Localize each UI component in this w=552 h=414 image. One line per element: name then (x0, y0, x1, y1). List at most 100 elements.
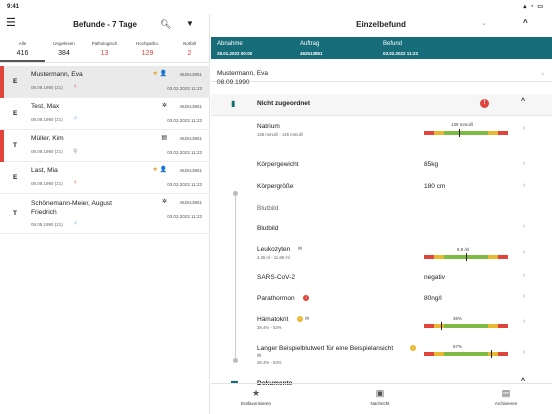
report-date: 03.02.2022 11:23 (167, 86, 202, 91)
report-date: 03.02.2022 11:23 (167, 214, 202, 219)
status-icon: ✲ (161, 199, 167, 205)
filter-icon[interactable]: ▼ (186, 19, 194, 28)
unfavorite-button[interactable]: ★ Entfavorisieren (221, 388, 291, 406)
favorite-icon: ★ 👤 (152, 167, 167, 173)
lab-name: Parathormon (257, 295, 295, 302)
tab-label: Entfavorisieren (240, 401, 271, 406)
patient-row[interactable]: E Last, Mia 08.09.1990 (21) ♀ ★ 👤 462513… (0, 162, 210, 194)
info-label: Auftrag (300, 41, 320, 47)
chevron-right-icon: › (523, 249, 526, 256)
lab-row-koerpergewicht[interactable]: Körpergewicht 85kg › (211, 157, 552, 177)
lab-row-haematokrit[interactable]: Hämatokrit i ✉ 39,4% - 53% 36% › (211, 311, 552, 337)
bar-segment-red (497, 131, 508, 135)
bar-segment-red (424, 352, 435, 356)
emergency-flag (0, 130, 4, 162)
lab-range: 136 mmol/l - 145 mmol/l (257, 132, 303, 137)
patient-dob: 08.09.1990 (21) (31, 117, 63, 122)
lab-row-blutbild[interactable]: Blutbild › (211, 220, 552, 238)
bar-marker (440, 322, 442, 330)
gender-icon: ⚲ (73, 149, 78, 155)
bar-segment-red (497, 255, 508, 259)
tab-label: Nachricht (370, 401, 390, 406)
male-icon: ♂ (73, 116, 78, 122)
lab-row-langer-beispielblutwert[interactable]: Langer Beispielblutwert für eine Beispie… (211, 340, 552, 370)
stat-hochpatho[interactable]: Hochpatho. 129 (126, 39, 169, 62)
lab-row-sars-cov-2[interactable]: SARS-CoV-2 negativ › (211, 269, 552, 289)
archive-icon: ▤ (161, 135, 167, 141)
patient-row[interactable]: T Schönemann-Meier, August Friedrich 08.0… (0, 194, 210, 234)
detail-panel: Einzelbefund ⌄ ^ Abnahme 28.01.2022 00:0… (211, 14, 552, 414)
chevron-down-icon[interactable]: ⌄ (481, 19, 487, 27)
info-icon: i (410, 345, 416, 351)
lab-name: Langer Beispielblutwert für eine Beispie… (257, 345, 394, 352)
patient-dob: 08.09.1990 (21) (31, 181, 63, 186)
mail-icon: ✉ (257, 353, 262, 359)
info-abnahme: Abnahme 28.01.2022 00:00 (217, 41, 252, 56)
info-label: Befund (383, 41, 403, 47)
lab-group-blutbild: Blutbild (211, 201, 552, 219)
stat-ungelesen[interactable]: Ungelesen 384 (45, 39, 83, 62)
report-type: E (13, 174, 18, 181)
status-icons: ▴ ◔ ▭ (523, 4, 544, 10)
status-time: 9:41 (7, 4, 20, 10)
patient-row[interactable]: T Müller, Kim 08.09.1990 (21) ⚲ ▤ 462513… (0, 130, 210, 162)
search-icon[interactable]: 🔍︎ (160, 19, 171, 30)
lab-row-natrium[interactable]: Natrium 136 mmol/l - 145 mmol/l 139 mmol… (211, 118, 552, 143)
message-button[interactable]: ▣ Nachricht (345, 388, 415, 406)
lab-row-parathormon[interactable]: Parathormon ! 80ng/l › (211, 290, 552, 310)
patient-row[interactable]: E Test, Max 08.09.1990 (21) ♂ ✲ 46251385… (0, 98, 210, 130)
lab-row-koerpergroesse[interactable]: Körpergröße 180 cm › (211, 179, 552, 199)
archive-button[interactable]: ▤ Archivieren (471, 388, 541, 406)
lab-bar-value: 8.8 /nl (457, 247, 470, 252)
bar-segment-yellow (434, 324, 445, 328)
chevron-up-icon[interactable]: ^ (523, 18, 528, 27)
patient-info[interactable]: Mustermann, Eva 08.09.1990 › (211, 60, 552, 86)
lab-name: Leukozyten (257, 246, 291, 253)
patient-dob: 08.09.1990 (217, 79, 250, 86)
male-icon: ♂ (73, 221, 78, 227)
detail-header: Einzelbefund ⌄ ^ (211, 14, 552, 37)
mail-icon: ✉ (305, 316, 310, 322)
chevron-right-icon: › (523, 293, 526, 300)
report-type: T (13, 210, 17, 217)
list-title: Befunde - 7 Tage (73, 20, 137, 29)
stat-value: 416 (16, 50, 29, 57)
lab-value: 85kg (424, 161, 439, 168)
chevron-right-icon: › (523, 160, 526, 167)
report-type: T (13, 142, 17, 149)
section-nicht-zugeordnet[interactable]: ▮ Nicht zugeordnet ! ^ (211, 94, 552, 116)
stat-alle[interactable]: Alle 416 (0, 39, 45, 62)
lab-name: Natrium (257, 123, 280, 130)
info-label: Abnahme (217, 41, 243, 47)
info-value: 03.02.2022 11:23 (383, 51, 419, 56)
patient-name: Schönemann-Meier, August Friedrich (31, 199, 112, 217)
patient-name: Müller, Kim (31, 135, 64, 142)
lab-range: 39,4% - 53% (257, 325, 282, 330)
bar-segment-red (424, 255, 435, 259)
bottom-toolbar: ★ Entfavorisieren ▣ Nachricht ▤ Archivie… (211, 383, 552, 414)
info-auftrag: Auftrag 462513851 (300, 41, 323, 56)
patient-row[interactable]: E Mustermann, Eva 08.09.1990 (21) ♀ ★ 👤 … (0, 66, 210, 98)
lab-name: Hämatokrit (257, 316, 289, 323)
chevron-right-icon: › (523, 223, 526, 230)
mail-icon: ✉ (298, 246, 303, 252)
stat-value: 2 (187, 50, 192, 57)
lab-name: Körpergröße (257, 183, 294, 190)
lab-row-leukozyten[interactable]: Leukozyten ✉ 4.36 nl - 11.89 /nl 8.8 /nl… (211, 241, 552, 267)
info-befund: Befund 03.02.2022 11:23 (383, 41, 418, 56)
lab-name: Körpergewicht (257, 161, 299, 168)
status-bar: 9:41 ▴ ◔ ▭ (0, 0, 552, 14)
stat-pathologisch[interactable]: Pathologisch 13 (83, 39, 126, 62)
lab-range-bar (424, 129, 508, 137)
stat-notfall[interactable]: Notfall 2 (169, 39, 210, 62)
lab-value: negativ (424, 274, 445, 281)
patient-name: Last, Mia (31, 167, 58, 174)
archive-icon: ▤ (501, 388, 511, 398)
menu-icon[interactable]: ☰ (6, 18, 16, 29)
bar-marker (491, 350, 493, 358)
info-icon: i (297, 316, 303, 322)
lab-value: 180 cm (424, 183, 446, 190)
bar-marker (459, 129, 461, 137)
group-title: Blutbild (257, 205, 279, 212)
patient-name-line1: Schönemann-Meier, August (31, 200, 113, 207)
